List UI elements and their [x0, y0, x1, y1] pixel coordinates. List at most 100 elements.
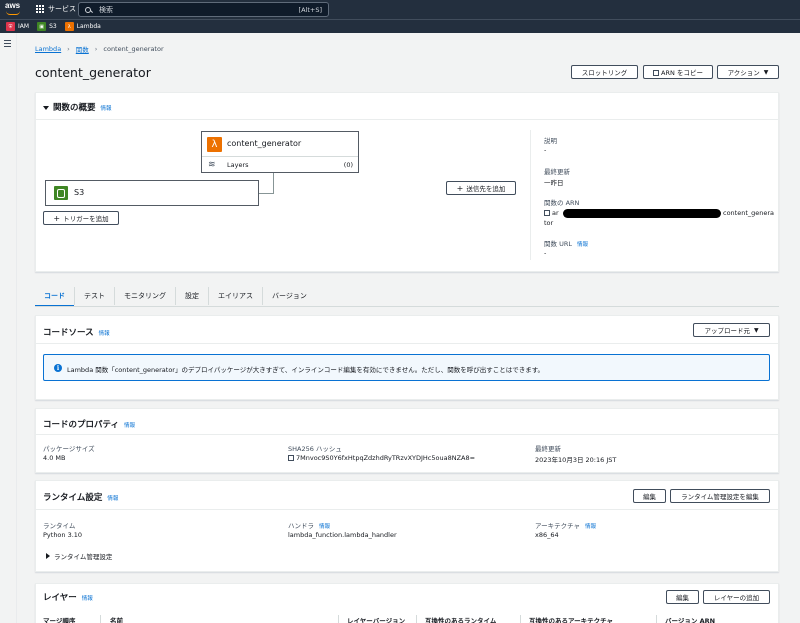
- favorites-bar: ⛨ IAM ▣ S3 λ Lambda: [0, 19, 800, 33]
- menu-icon[interactable]: [4, 40, 11, 49]
- breadcrumb-lambda[interactable]: Lambda: [35, 45, 61, 53]
- code-last-modified-value: 2023年10月3日 20:16 JST: [535, 456, 617, 464]
- column-header-runtimes[interactable]: 互換性のあるランタイム: [425, 615, 496, 623]
- upload-from-label: アップロード元: [704, 327, 750, 335]
- column-divider: [520, 615, 521, 623]
- add-trigger-label: トリガーを追加: [63, 215, 109, 223]
- arn-label: 関数の ARN: [544, 199, 580, 207]
- info-link[interactable]: 情報: [124, 423, 135, 429]
- layers-heading-text: レイヤー: [43, 593, 77, 603]
- copy-icon[interactable]: [544, 210, 550, 216]
- column-header-name[interactable]: 名前: [110, 615, 123, 623]
- lambda-icon: λ: [64, 22, 74, 31]
- runtime-management-label: ランタイム管理設定: [54, 553, 113, 561]
- lambda-icon: λ: [207, 137, 222, 152]
- caret-down-icon: ▼: [763, 68, 769, 76]
- breadcrumb: Lambda › 関数 › content_generator: [35, 44, 164, 54]
- trigger-node-s3[interactable]: S3: [45, 180, 259, 206]
- services-menu[interactable]: サービス: [36, 4, 76, 14]
- code-properties-panel: [35, 408, 779, 473]
- breadcrumb-functions[interactable]: 関数: [76, 44, 89, 54]
- chevron-right-icon: ›: [67, 45, 70, 53]
- add-destination-button[interactable]: + 送信先を追加: [446, 181, 516, 195]
- info-link[interactable]: 情報: [577, 242, 588, 248]
- layers-label[interactable]: Layers: [227, 161, 249, 169]
- tab-test[interactable]: テスト: [75, 287, 115, 305]
- layers-edit-button[interactable]: 編集: [666, 590, 699, 604]
- tab-configuration[interactable]: 設定: [176, 287, 209, 305]
- column-header-version-arn[interactable]: バージョン ARN: [665, 615, 715, 623]
- add-layer-button[interactable]: レイヤーの追加: [703, 590, 770, 604]
- info-link[interactable]: 情報: [99, 331, 110, 337]
- tab-versions[interactable]: バージョン: [263, 287, 316, 305]
- code-properties-heading-text: コードのプロパティ: [43, 420, 119, 430]
- architecture-value: x86_64: [535, 531, 559, 539]
- runtime-management-expander[interactable]: ランタイム管理設定: [46, 551, 112, 561]
- runtime-edit-button[interactable]: 編集: [633, 489, 666, 503]
- package-size-value: 4.0 MB: [43, 454, 66, 462]
- description-value: -: [544, 146, 547, 154]
- aws-logo[interactable]: aws: [5, 2, 23, 17]
- last-modified-label: 最終更新: [544, 168, 570, 176]
- copy-icon[interactable]: [288, 455, 294, 461]
- handler-value: lambda_function.lambda_handler: [288, 531, 397, 539]
- column-header-merge-order[interactable]: マージ順序: [43, 615, 75, 623]
- plus-icon: +: [456, 183, 464, 193]
- copy-arn-button[interactable]: ARN をコピー: [643, 65, 713, 79]
- connector-line: [273, 173, 274, 193]
- edit-runtime-management-button[interactable]: ランタイム管理設定を編集: [670, 489, 770, 503]
- column-header-architectures[interactable]: 互換性のあるアーキテクチャ: [529, 615, 613, 623]
- info-link[interactable]: 情報: [82, 596, 93, 602]
- breadcrumb-current: content_generator: [103, 45, 164, 53]
- upload-from-button[interactable]: アップロード元 ▼: [693, 323, 770, 337]
- favorite-iam[interactable]: ⛨ IAM: [6, 22, 29, 31]
- info-alert: i Lambda 関数「content_generator」のデプロイパッケージ…: [43, 354, 770, 381]
- runtime-settings-panel: [35, 480, 779, 572]
- overview-heading-text: 関数の概要: [53, 103, 96, 113]
- info-link[interactable]: 情報: [585, 524, 596, 530]
- side-rail-divider: [16, 33, 17, 623]
- search-icon: [85, 6, 91, 13]
- info-link[interactable]: 情報: [319, 524, 330, 530]
- layers-icon: ≋: [208, 160, 216, 170]
- code-source-heading-text: コードソース: [43, 328, 94, 338]
- layers-heading: レイヤー 情報: [43, 591, 93, 603]
- runtime-label: ランタイム: [43, 522, 76, 530]
- add-trigger-button[interactable]: + トリガーを追加: [43, 211, 119, 225]
- runtime-heading-text: ランタイム設定: [43, 493, 103, 503]
- alert-text: Lambda 関数「content_generator」のデプロイパッケージが大…: [67, 366, 545, 374]
- throttle-button[interactable]: スロットリング: [571, 65, 638, 79]
- handler-label-text: ハンドラ: [288, 522, 314, 530]
- s3-icon: [54, 186, 68, 200]
- actions-button[interactable]: アクション ▼: [717, 65, 779, 79]
- copy-arn-label: ARN をコピー: [661, 69, 703, 77]
- favorite-s3[interactable]: ▣ S3: [37, 22, 57, 31]
- favorite-label: Lambda: [76, 23, 101, 30]
- favorite-label: IAM: [18, 23, 30, 30]
- caret-down-icon: [43, 106, 49, 110]
- favorite-lambda[interactable]: λ Lambda: [64, 22, 101, 31]
- code-last-modified-label: 最終更新: [535, 445, 561, 453]
- edit-runtime-mgmt-label: ランタイム管理設定を編集: [681, 493, 759, 501]
- trigger-name: S3: [74, 188, 85, 197]
- package-size-label: パッケージサイズ: [43, 445, 95, 453]
- tab-code[interactable]: コード: [35, 287, 75, 307]
- tab-monitoring[interactable]: モニタリング: [115, 287, 176, 305]
- arn-suffix: content_genera: [723, 209, 775, 217]
- architecture-label-text: アーキテクチャ: [535, 522, 581, 530]
- function-name: content_generator: [227, 139, 302, 148]
- info-link[interactable]: 情報: [107, 496, 118, 502]
- sha256-label: SHA256 ハッシュ: [288, 445, 342, 453]
- add-layer-label: レイヤーの追加: [713, 594, 760, 602]
- code-source-heading: コードソース 情報: [43, 326, 110, 338]
- column-header-layer-version[interactable]: レイヤーバージョン: [347, 615, 405, 623]
- info-link[interactable]: 情報: [101, 106, 112, 112]
- function-url-value: -: [544, 249, 547, 257]
- overview-heading[interactable]: 関数の概要 情報: [43, 101, 112, 113]
- arn-value: ar: [544, 209, 559, 217]
- tab-aliases[interactable]: エイリアス: [209, 287, 263, 305]
- divider: [530, 130, 531, 260]
- search-input[interactable]: 検索 [Alt+S]: [78, 2, 329, 17]
- function-node[interactable]: λ content_generator ≋ Layers (0): [201, 131, 359, 173]
- redaction-bar: [563, 209, 721, 218]
